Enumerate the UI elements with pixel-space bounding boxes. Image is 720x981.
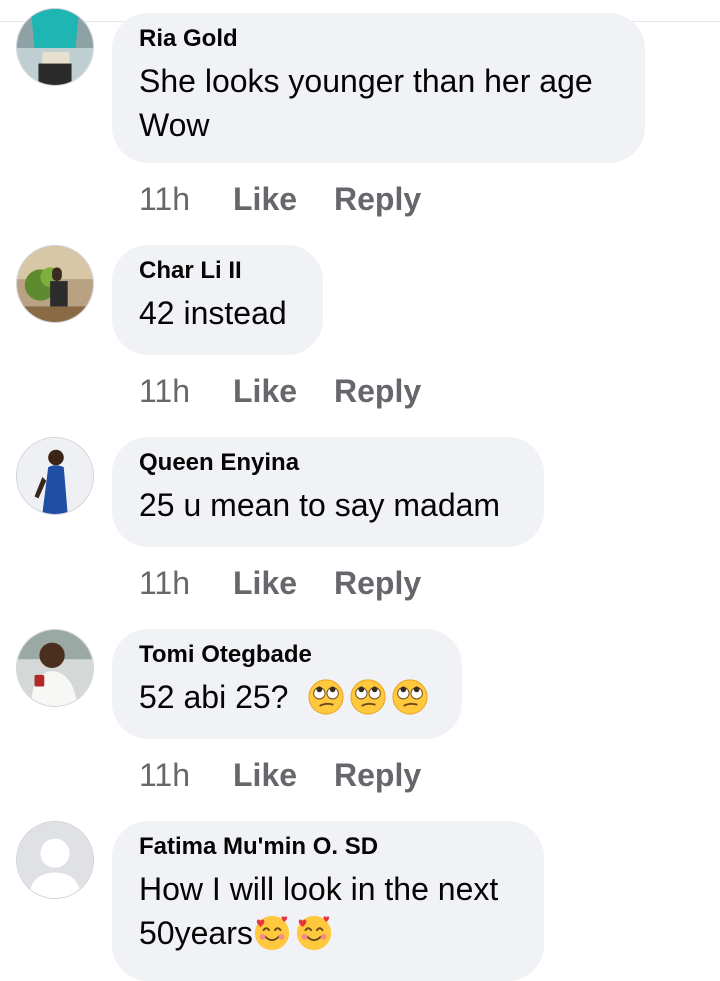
avatar-photo-icon — [17, 9, 93, 85]
comment-text-line2: Wow — [139, 107, 210, 143]
comment-author[interactable]: Fatima Mu'min O. SD — [139, 833, 516, 861]
avatar[interactable] — [16, 437, 94, 515]
face-with-rolling-eyes-icon — [349, 678, 387, 716]
comment-author[interactable]: Tomi Otegbade — [139, 641, 434, 669]
comment-text: How I will look in the next — [139, 871, 499, 907]
reply-button[interactable]: Reply — [334, 372, 421, 410]
comment-author[interactable]: Queen Enyina — [139, 449, 516, 477]
comment-timestamp[interactable]: 11h — [139, 564, 190, 602]
comment-bubble: Queen Enyina 25 u mean to say madam — [112, 437, 544, 547]
smiling-face-with-hearts-icon — [253, 914, 291, 952]
like-button[interactable]: Like — [233, 372, 297, 410]
comment-text: 25 u mean to say madam — [139, 487, 501, 523]
reply-button[interactable]: Reply — [334, 756, 421, 794]
comment-timestamp[interactable]: 11h — [139, 756, 190, 794]
comment-author[interactable]: Ria Gold — [139, 25, 617, 53]
avatar[interactable] — [16, 8, 94, 86]
comment-bubble: Tomi Otegbade 52 abi 25? — [112, 629, 462, 739]
avatar-photo-icon — [17, 630, 93, 706]
comment-bubble: Ria Gold She looks younger than her age … — [112, 13, 645, 163]
avatar[interactable] — [16, 629, 94, 707]
avatar[interactable] — [16, 245, 94, 323]
like-button[interactable]: Like — [233, 756, 297, 794]
reply-button[interactable]: Reply — [334, 564, 421, 602]
avatar[interactable] — [16, 821, 94, 899]
comment-text-line2-value: 50years — [139, 915, 253, 951]
like-button[interactable]: Like — [233, 180, 297, 218]
comment-timestamp[interactable]: 11h — [139, 180, 190, 218]
reply-button[interactable]: Reply — [334, 180, 421, 218]
comment-author[interactable]: Char Li II — [139, 257, 295, 285]
comment-text: She looks younger than her age — [139, 63, 593, 99]
comment-bubble: Char Li II 42 instead — [112, 245, 323, 355]
face-with-rolling-eyes-icon — [391, 678, 429, 716]
face-with-rolling-eyes-icon — [307, 678, 345, 716]
default-avatar-silhouette-icon — [17, 822, 93, 898]
comment-text: 52 abi 25? — [139, 675, 434, 719]
comment-text: 42 instead — [139, 295, 287, 331]
comment-bubble: Fatima Mu'min O. SD How I will look in t… — [112, 821, 544, 981]
avatar-photo-icon — [17, 246, 93, 322]
comment-text-value: 52 abi 25? — [139, 679, 289, 715]
smiling-face-with-hearts-icon — [295, 914, 333, 952]
like-button[interactable]: Like — [233, 564, 297, 602]
avatar-photo-icon — [17, 438, 93, 514]
comment-text-line2: 50years — [139, 911, 516, 955]
comment-timestamp[interactable]: 11h — [139, 372, 190, 410]
